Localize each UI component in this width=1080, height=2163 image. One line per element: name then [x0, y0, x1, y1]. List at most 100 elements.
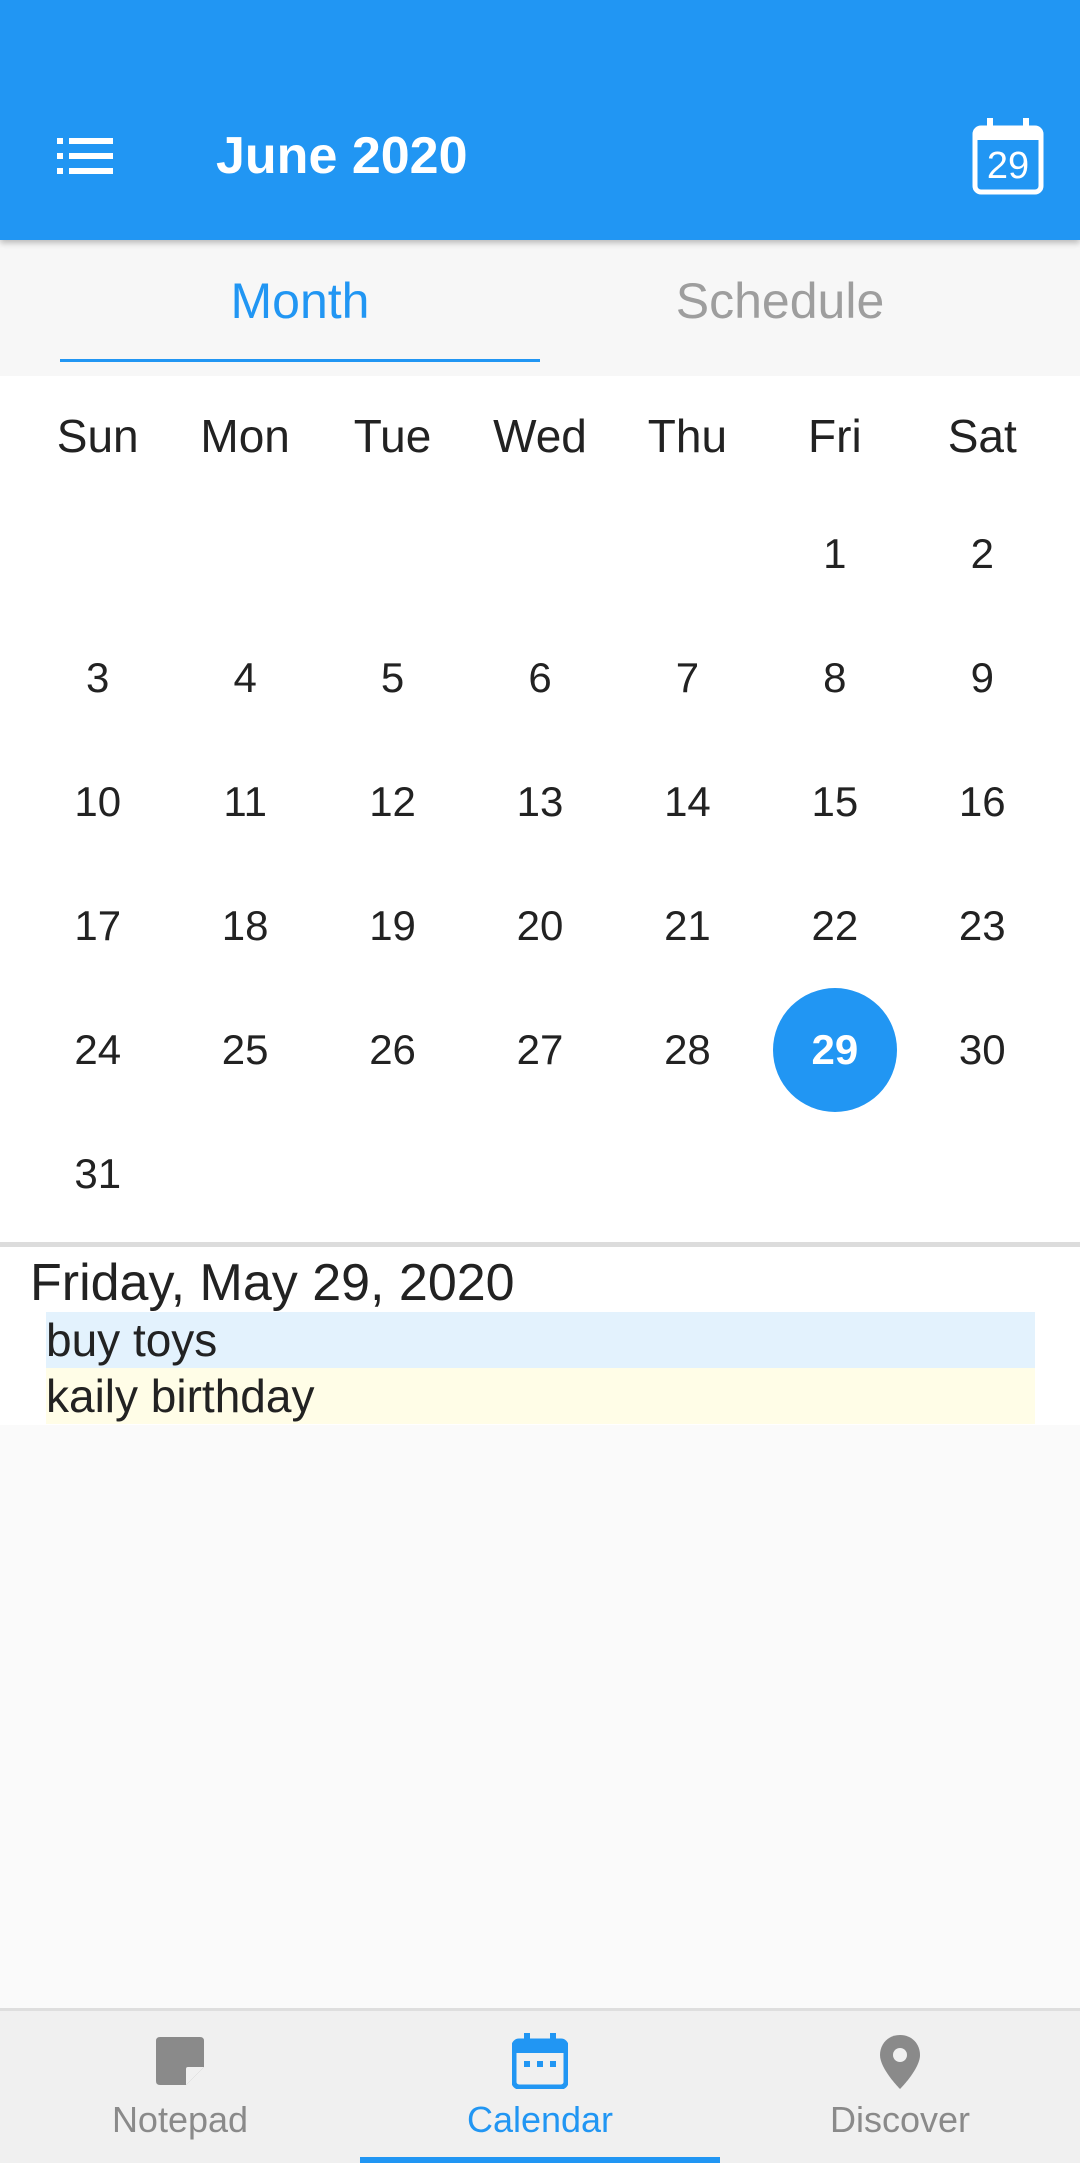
day-number: 12 [369, 778, 416, 825]
day-number: 21 [664, 902, 711, 949]
calendar-day[interactable]: 1 [761, 492, 908, 616]
day-number: 23 [958, 902, 1006, 949]
calendar-day[interactable]: 27 [466, 988, 613, 1112]
event-item[interactable]: buy toys [46, 1312, 1035, 1368]
nav-item-discover[interactable]: Discover [720, 2011, 1080, 2163]
empty-day-cell [319, 492, 466, 616]
weekday-label: Tue [353, 410, 432, 462]
location-pin-icon [880, 2035, 920, 2089]
calendar-day[interactable]: 2 [909, 492, 1056, 616]
day-number: 20 [516, 902, 564, 949]
empty-day-cell [24, 492, 171, 616]
calendar-day[interactable]: 18 [171, 864, 318, 988]
list-icon [57, 138, 113, 174]
calendar-day[interactable]: 10 [24, 740, 171, 864]
empty-day-cell [319, 1112, 466, 1236]
calendar-week-row: 3 4 5 6 7 8 9 [24, 616, 1056, 740]
day-number: 3 [86, 654, 110, 701]
empty-day-cell [614, 1112, 761, 1236]
note-icon [156, 2037, 204, 2085]
calendar-day[interactable]: 4 [171, 616, 318, 740]
day-number: 27 [516, 1026, 564, 1073]
calendar-day[interactable]: 31 [24, 1112, 171, 1236]
day-number: 26 [369, 1026, 416, 1073]
app-bar: June 2020 29 [0, 0, 1080, 240]
empty-day-cell [466, 1112, 613, 1236]
day-number: 8 [823, 654, 847, 701]
weekday-label: Sat [947, 410, 1017, 462]
day-number: 24 [74, 1026, 122, 1073]
calendar-week-row: 10 11 12 13 14 15 16 [24, 740, 1056, 864]
empty-day-cell [909, 1112, 1056, 1236]
day-number: 25 [221, 1026, 269, 1073]
tab-schedule[interactable]: Schedule [540, 240, 1020, 362]
calendar-day[interactable]: 21 [614, 864, 761, 988]
day-number: 11 [223, 778, 267, 825]
calendar-day[interactable]: 16 [909, 740, 1056, 864]
calendar-day[interactable]: 22 [761, 864, 908, 988]
page-title: June 2020 [216, 127, 468, 185]
nav-label: Discover [829, 2099, 971, 2140]
weekday-label: Thu [647, 410, 728, 462]
selected-day-label: 29 [772, 988, 897, 1112]
day-number: 1 [823, 530, 847, 577]
day-number: 13 [516, 778, 564, 825]
calendar-day[interactable]: 20 [466, 864, 613, 988]
calendar-day[interactable]: 17 [24, 864, 171, 988]
tab-month[interactable]: Month [60, 240, 540, 362]
nav-active-indicator [360, 2157, 720, 2163]
day-number: 14 [664, 778, 711, 825]
day-number: 10 [74, 778, 122, 825]
calendar-icon [512, 2033, 568, 2089]
calendar-day[interactable]: 5 [319, 616, 466, 740]
nav-item-notepad[interactable]: Notepad [0, 2011, 360, 2163]
day-number: 31 [74, 1150, 122, 1197]
day-number: 22 [811, 902, 859, 949]
calendar-day[interactable]: 3 [24, 616, 171, 740]
calendar-day[interactable]: 23 [909, 864, 1056, 988]
day-number: 15 [811, 778, 859, 825]
menu-button[interactable] [40, 120, 130, 192]
day-number: 18 [221, 902, 269, 949]
empty-day-cell [171, 1112, 318, 1236]
day-number: 19 [369, 902, 416, 949]
today-button[interactable]: 29 [970, 116, 1046, 196]
calendar-day[interactable]: 24 [24, 988, 171, 1112]
weekday-label: Wed [493, 410, 587, 462]
weekday-label: Sun [56, 410, 139, 462]
day-number: 5 [380, 654, 405, 701]
calendar-day[interactable]: 13 [466, 740, 613, 864]
calendar-day[interactable]: 26 [319, 988, 466, 1112]
day-number: 7 [675, 654, 700, 701]
calendar-week-row: 12 [24, 492, 1056, 616]
calendar-day[interactable]: 9 [909, 616, 1056, 740]
day-number: 2 [970, 530, 994, 577]
calendar-day[interactable]: 6 [466, 616, 613, 740]
calendar-day[interactable]: 29 [761, 988, 908, 1112]
day-events: Friday, May 29, 2020 buy toys kaily birt… [0, 1247, 1080, 1425]
view-tabs: Month Schedule [0, 240, 1080, 376]
nav-label: Calendar [466, 2099, 614, 2140]
calendar-day[interactable]: 28 [614, 988, 761, 1112]
calendar-week-row: 17 18 19 20 21 22 23 [24, 864, 1056, 988]
calendar-week-row: 24 25 26 27 28 29 30 [24, 988, 1056, 1112]
day-number: 30 [958, 1026, 1006, 1073]
calendar-day[interactable]: 7 [614, 616, 761, 740]
day-number: 17 [74, 902, 122, 949]
empty-day-cell [614, 492, 761, 616]
day-number: 16 [958, 778, 1006, 825]
event-item[interactable]: kaily birthday [46, 1368, 1035, 1424]
calendar-day[interactable]: 11 [171, 740, 318, 864]
empty-day-cell [466, 492, 613, 616]
calendar-week-row: 31 [24, 1112, 1056, 1236]
calendar-day[interactable]: 30 [909, 988, 1056, 1112]
calendar-day[interactable]: 12 [319, 740, 466, 864]
nav-item-calendar[interactable]: Calendar [360, 2011, 720, 2163]
calendar-day[interactable]: 19 [319, 864, 466, 988]
day-number: 4 [233, 654, 257, 701]
calendar-day[interactable]: 8 [761, 616, 908, 740]
day-number: 9 [970, 654, 994, 701]
calendar-day[interactable]: 25 [171, 988, 318, 1112]
calendar-day[interactable]: 15 [761, 740, 908, 864]
calendar-day[interactable]: 14 [614, 740, 761, 864]
